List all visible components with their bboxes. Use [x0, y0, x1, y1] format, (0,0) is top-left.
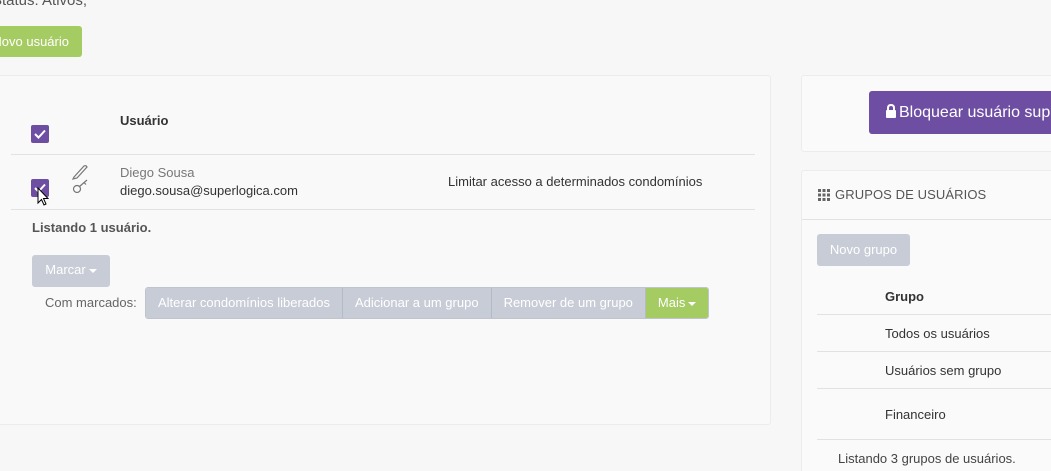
caret-down-icon	[688, 301, 697, 306]
more-dropdown-button[interactable]: Mais	[645, 288, 709, 318]
group-item-financeiro[interactable]: Financeiro	[885, 407, 946, 422]
column-header-user[interactable]: Usuário	[120, 113, 168, 128]
grid-icon	[818, 189, 830, 201]
divider	[11, 209, 755, 210]
status-filter-text: Status: Ativos;	[0, 0, 88, 9]
user-name[interactable]: Diego Sousa	[120, 165, 194, 180]
key-icon[interactable]	[72, 179, 90, 195]
block-user-label: Bloquear usuário sup	[899, 104, 1051, 121]
add-to-group-button[interactable]: Adicionar a um grupo	[342, 288, 492, 318]
users-panel	[0, 75, 771, 425]
divider	[11, 154, 755, 155]
access-restriction-text: Limitar acesso a determinados condomínio…	[448, 174, 703, 189]
user-email: diego.sousa@superlogica.com	[120, 183, 298, 198]
bulk-actions-group: Alterar condomínios liberados Adicionar …	[145, 287, 710, 319]
new-group-button[interactable]: Novo grupo	[817, 234, 910, 266]
mark-dropdown-button[interactable]: Marcar	[32, 255, 110, 287]
mouse-cursor-icon	[37, 187, 50, 206]
divider	[817, 388, 1051, 389]
group-item-no-group[interactable]: Usuários sem grupo	[885, 363, 1001, 378]
divider	[802, 219, 1051, 220]
divider	[817, 351, 1051, 352]
new-user-button[interactable]: Novo usuário	[0, 26, 82, 57]
divider	[817, 439, 1051, 440]
users-listing-count: Listando 1 usuário.	[32, 220, 152, 235]
user-groups-panel	[801, 170, 1051, 471]
groups-column-header[interactable]: Grupo	[885, 289, 924, 304]
mark-label: Marcar	[45, 262, 86, 277]
group-item-all-users[interactable]: Todos os usuários	[885, 326, 990, 341]
groups-listing-count: Listando 3 grupos de usuários.	[838, 451, 1016, 466]
edit-icon[interactable]	[71, 164, 89, 180]
more-label: Mais	[657, 295, 686, 310]
change-condos-button[interactable]: Alterar condomínios liberados	[146, 288, 343, 318]
select-all-checkbox[interactable]	[31, 125, 49, 143]
groups-title: GRUPOS DE USUÁRIOS	[835, 187, 987, 202]
lock-icon	[886, 104, 896, 118]
remove-from-group-button[interactable]: Remover de um grupo	[491, 288, 646, 318]
caret-down-icon	[88, 268, 97, 273]
divider	[817, 314, 1051, 315]
with-marked-label: Com marcados:	[45, 295, 137, 310]
